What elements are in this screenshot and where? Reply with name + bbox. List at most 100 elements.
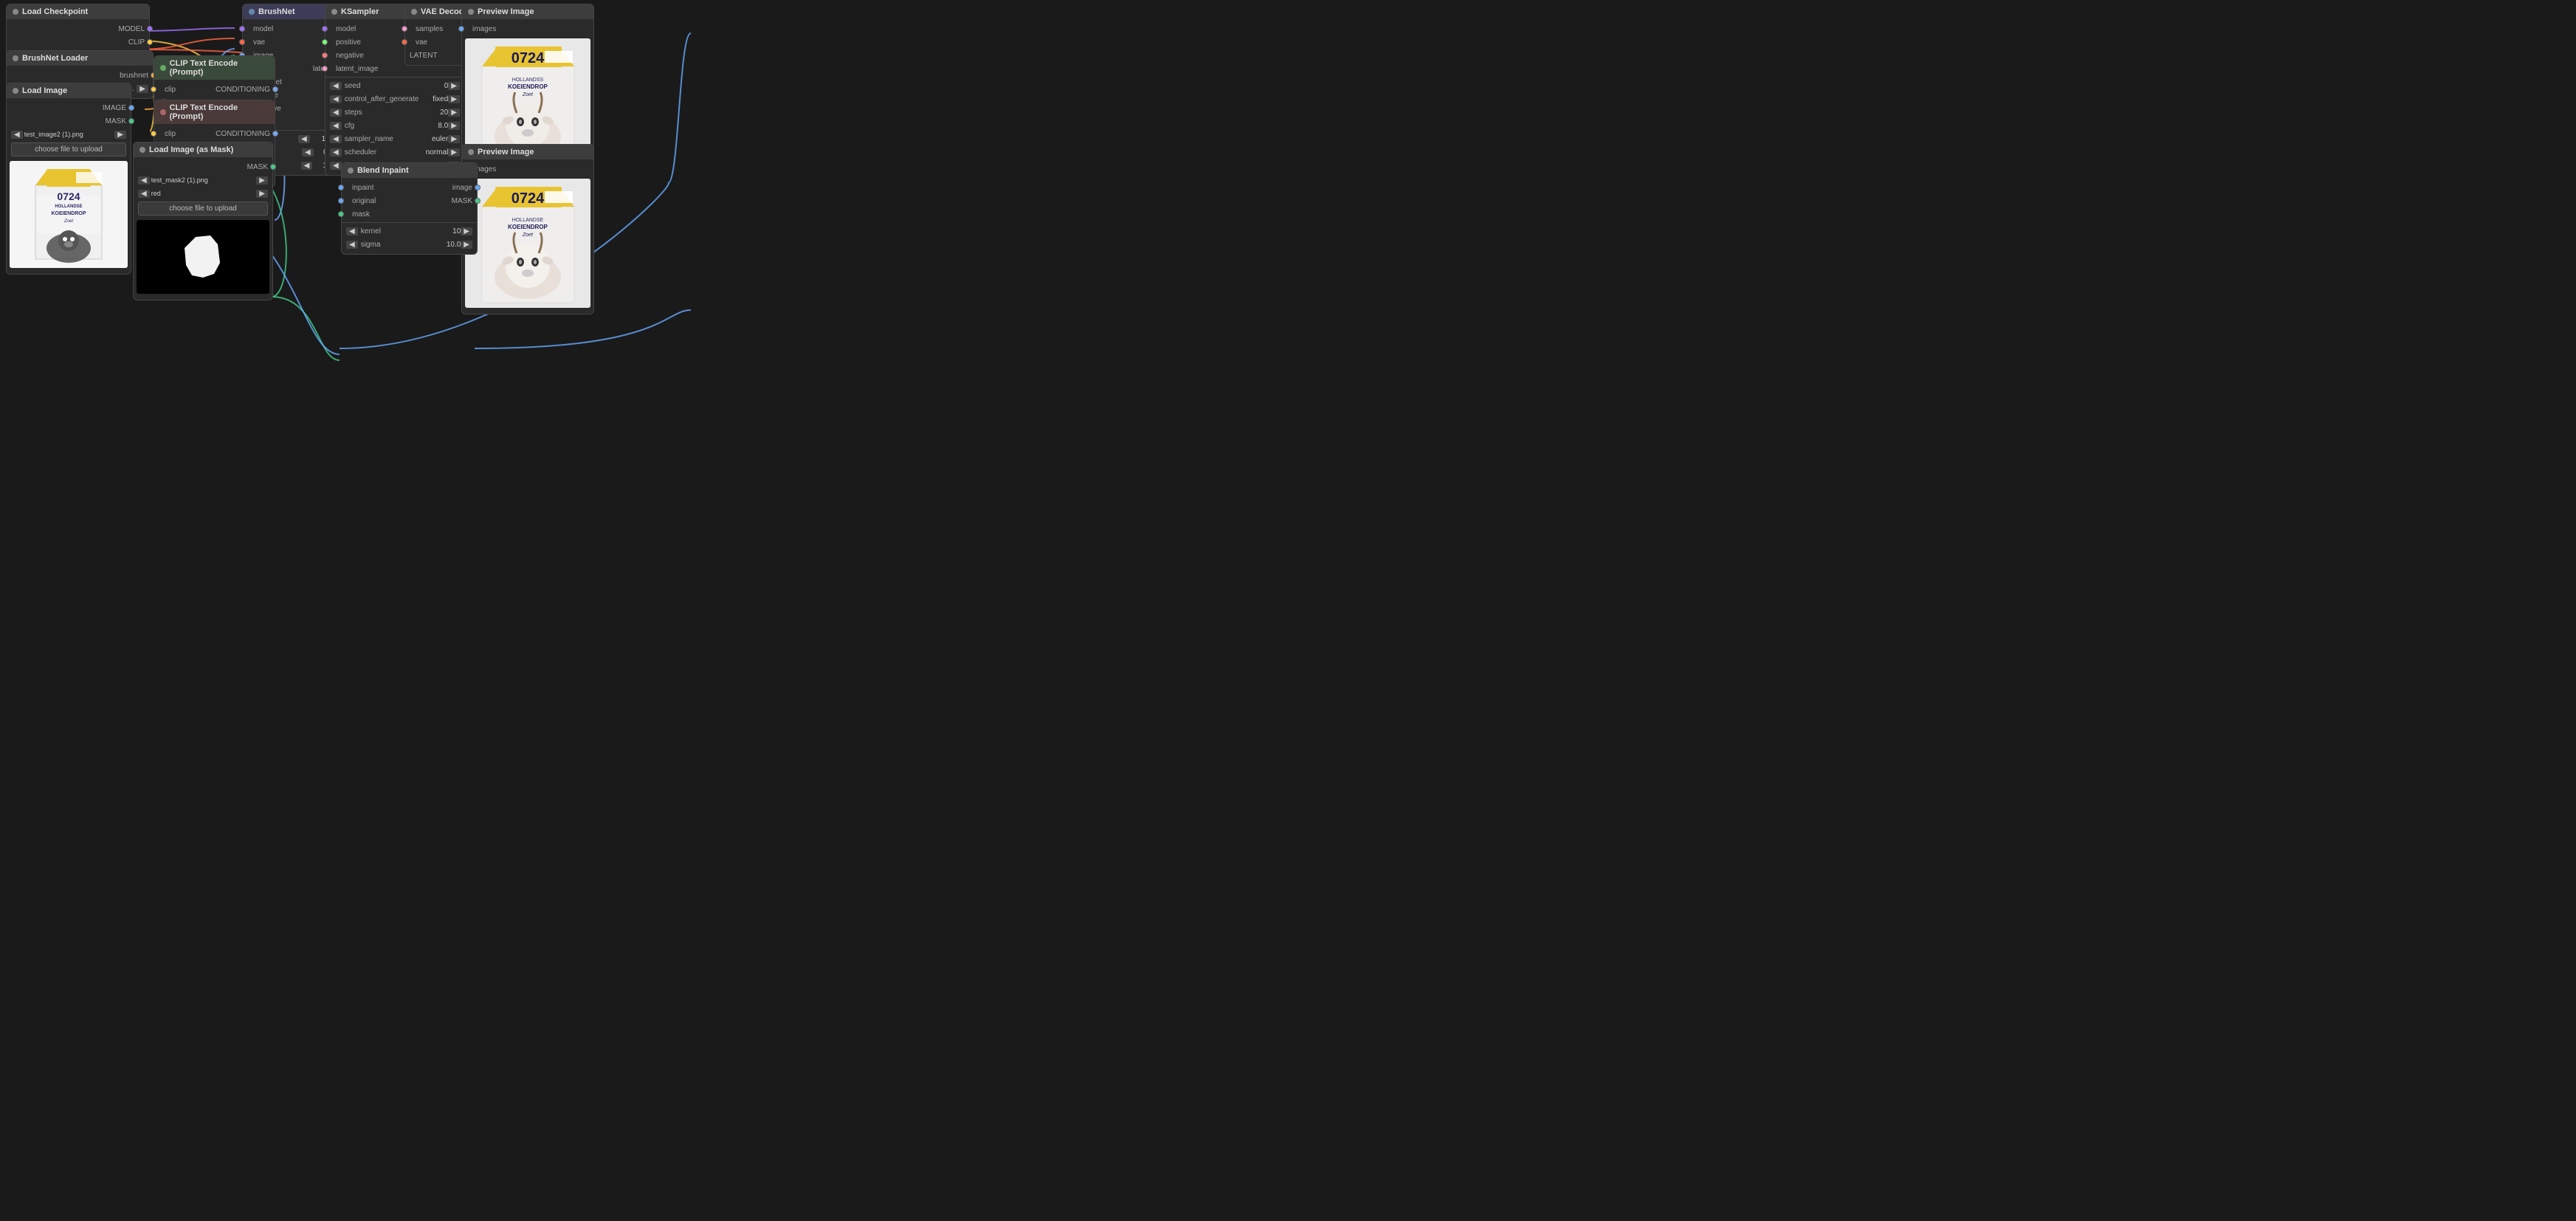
vd-vae-port[interactable]	[402, 39, 407, 45]
ks-sampler-prev[interactable]: ◀	[330, 135, 342, 143]
mask-ch-prev[interactable]: ◀	[138, 190, 150, 198]
mask-out-port[interactable]	[128, 118, 134, 124]
ks-ctrl-next[interactable]: ▶	[448, 95, 460, 103]
image-out-port[interactable]	[128, 105, 134, 111]
ks-seed-prev[interactable]: ◀	[330, 82, 342, 90]
ks-steps-prev[interactable]: ◀	[330, 109, 342, 117]
ks-ctrl-label: control_after_generate	[345, 95, 419, 103]
image-preview: HOLLANDSE KOEIENDROP Zoet 0724	[10, 161, 128, 268]
bi-original-label: original	[352, 197, 376, 205]
bi-kernel-row: ◀ kernel 10 ▶	[342, 224, 477, 238]
ksampler-dot	[331, 9, 337, 15]
bn-start-prev[interactable]: ◀	[302, 148, 314, 157]
prev1-images-port[interactable]	[458, 26, 464, 32]
bi-image-out-port[interactable]	[475, 185, 481, 190]
bi-mask-out-label: MASK	[452, 197, 472, 205]
ks-model-port[interactable]	[322, 26, 328, 32]
preview-2-header: Preview Image	[462, 145, 593, 159]
clip-pos-out-label: CONDITIONING	[216, 86, 270, 94]
ks-negative-port[interactable]	[322, 52, 328, 58]
bi-sigma-next[interactable]: ▶	[461, 241, 472, 249]
bn-vae-port[interactable]	[239, 39, 245, 45]
ks-cfg-next[interactable]: ▶	[448, 122, 460, 130]
carton-goat-svg-2: 0724 HOLLANDSE KOEIENDROP Zoet	[471, 181, 585, 306]
upload-mask-btn[interactable]: choose file to upload	[138, 202, 268, 216]
model-port[interactable]	[147, 26, 153, 32]
img-next-btn[interactable]: ▶	[114, 131, 126, 139]
upload-btn-row[interactable]: choose file to upload	[7, 141, 131, 158]
carton-svg: HOLLANDSE KOEIENDROP Zoet 0724	[21, 163, 117, 266]
ks-sched-prev[interactable]: ◀	[330, 148, 342, 157]
clip-pos-out-port[interactable]	[272, 86, 278, 92]
image-file-value: test_image2 (1).png	[24, 131, 114, 138]
bi-inpaint-label: inpaint	[352, 184, 373, 192]
clip-pos-in-label: clip	[165, 86, 176, 94]
bn-end-prev[interactable]: ◀	[301, 162, 313, 170]
mask-img-prev[interactable]: ◀	[138, 176, 150, 185]
ks-seed-row: ◀ seed 0 ▶	[326, 79, 464, 92]
clip-positive-header: CLIP Text Encode (Prompt)	[154, 56, 275, 80]
svg-text:KOEIENDROP: KOEIENDROP	[508, 83, 548, 90]
clip-negative-title: CLIP Text Encode (Prompt)	[170, 103, 269, 121]
upload-image-btn[interactable]: choose file to upload	[11, 142, 126, 157]
preview-2-dot	[468, 149, 474, 155]
image-file-row: ◀ test_image2 (1).png ▶	[7, 128, 131, 141]
ks-ctrl-prev[interactable]: ◀	[330, 95, 342, 103]
bi-inpaint-port[interactable]	[338, 185, 344, 190]
bi-kernel-next[interactable]: ▶	[461, 227, 472, 235]
ks-latent-in-port[interactable]	[322, 66, 328, 72]
mask-out-port2[interactable]	[270, 164, 276, 170]
mask-image-row: ◀ test_mask2 (1).png ▶	[134, 173, 272, 187]
prev1-images-label: images	[472, 25, 496, 33]
ks-denoise-prev[interactable]: ◀	[330, 162, 342, 170]
image-out-label: IMAGE	[103, 104, 126, 112]
svg-text:0724: 0724	[511, 190, 544, 207]
clip-output-row: CLIP	[7, 35, 149, 49]
vd-vae-label: vae	[416, 38, 427, 47]
ks-negative-label: negative	[336, 52, 364, 60]
ks-ctrl-val: fixed	[433, 95, 448, 103]
bi-kernel-prev[interactable]: ◀	[346, 227, 358, 235]
preview-2-body: images 0724 HOLLANDSE KOEIENDROP Zoet	[462, 159, 593, 314]
mask-upload-row[interactable]: choose file to upload	[134, 200, 272, 217]
bi-mask-in-label: mask	[352, 210, 370, 219]
clip-neg-in-port[interactable]	[151, 131, 156, 137]
mask-img-next[interactable]: ▶	[256, 176, 268, 185]
svg-text:Zoet: Zoet	[521, 233, 533, 238]
bi-mask-row: mask	[342, 207, 477, 221]
ks-cfg-label: cfg	[345, 122, 354, 130]
bi-kernel-val: 10	[452, 227, 461, 235]
ks-sched-next[interactable]: ▶	[448, 148, 460, 157]
ks-sampler-next[interactable]: ▶	[448, 135, 460, 143]
svg-text:KOEIENDROP: KOEIENDROP	[51, 211, 86, 216]
clip-neg-in-label: clip	[165, 130, 176, 138]
bi-image-out-label: image	[452, 184, 472, 192]
clip-negative-header: CLIP Text Encode (Prompt)	[154, 100, 275, 124]
ks-sampler-row: ◀ sampler_name euler ▶	[326, 132, 464, 145]
blend-inpaint-body: inpaint image original MASK mask ◀ kerne…	[342, 178, 477, 254]
clip-neg-out-port[interactable]	[272, 131, 278, 137]
bi-mask-in-port[interactable]	[338, 211, 344, 217]
mask-svg	[140, 222, 266, 292]
ks-seed-next[interactable]: ▶	[448, 82, 460, 90]
node-dot-2	[13, 55, 18, 61]
ks-steps-next[interactable]: ▶	[448, 109, 460, 117]
bi-sigma-prev[interactable]: ◀	[346, 241, 358, 249]
ks-positive-port[interactable]	[322, 39, 328, 45]
ks-model-label: model	[336, 25, 356, 33]
bi-original-port[interactable]	[338, 198, 344, 204]
mask-ch-next[interactable]: ▶	[256, 190, 268, 198]
clip-pos-in-port[interactable]	[151, 86, 156, 92]
svg-text:HOLLANDSE: HOLLANDSE	[512, 218, 543, 223]
brushnet-next-btn[interactable]: ▶	[137, 85, 148, 93]
clip-positive-title: CLIP Text Encode (Prompt)	[170, 59, 269, 77]
bn-scale-prev[interactable]: ◀	[298, 135, 310, 143]
clip-port[interactable]	[147, 39, 153, 45]
vd-samples-port[interactable]	[402, 26, 407, 32]
brushnet-output-row: brushnet	[7, 69, 153, 82]
bn-model-in-port[interactable]	[239, 26, 245, 32]
bi-mask-out-port[interactable]	[475, 198, 481, 204]
ks-cfg-prev[interactable]: ◀	[330, 122, 342, 130]
preview-1-dot	[468, 9, 474, 15]
img-prev-btn[interactable]: ◀	[11, 131, 23, 139]
